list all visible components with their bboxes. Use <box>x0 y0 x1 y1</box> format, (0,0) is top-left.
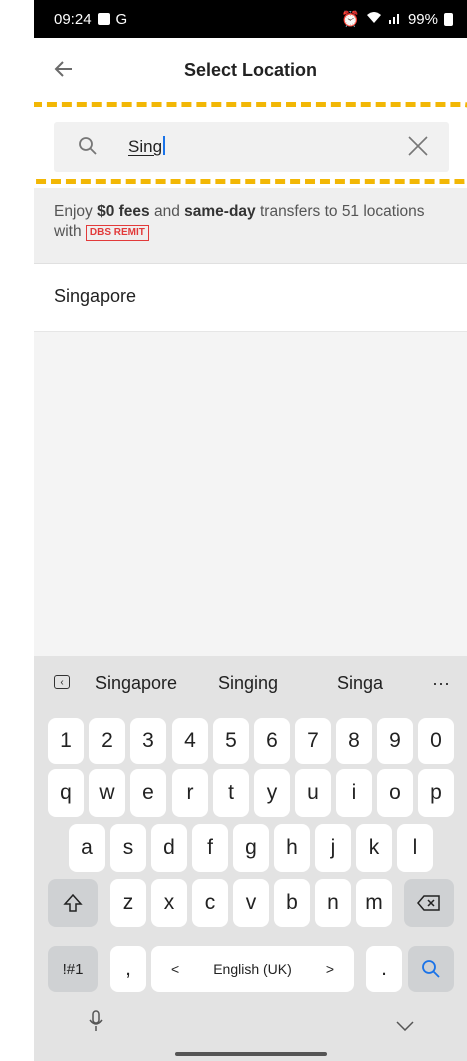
google-notification-icon: G <box>115 10 128 28</box>
key-0[interactable]: 0 <box>418 718 454 764</box>
search-section: Sing <box>34 102 467 188</box>
keyboard-language-label: English (UK) <box>213 961 292 977</box>
key-i[interactable]: i <box>336 769 372 817</box>
key-4[interactable]: 4 <box>172 718 208 764</box>
suggestion-singa[interactable]: Singa <box>337 673 383 694</box>
location-result-label: Singapore <box>54 286 137 306</box>
promo-bold-same-day: same-day <box>184 203 256 220</box>
status-bar: 09:24 G ⏰ 99% <box>34 0 467 38</box>
promo-bold-fees: $0 fees <box>97 203 150 220</box>
key-2[interactable]: 2 <box>89 718 125 764</box>
key-u[interactable]: u <box>295 769 331 817</box>
location-result-item[interactable]: Singapore <box>34 264 467 332</box>
key-8[interactable]: 8 <box>336 718 372 764</box>
key-p[interactable]: p <box>418 769 454 817</box>
chevron-left-icon: < <box>171 961 180 977</box>
key-6[interactable]: 6 <box>254 718 290 764</box>
key-o[interactable]: o <box>377 769 413 817</box>
promo-text: Enjoy <box>54 203 98 220</box>
key-z[interactable]: z <box>110 879 146 927</box>
microphone-icon[interactable] <box>88 1010 104 1037</box>
promo-banner: Enjoy $0 fees and same-day transfers to … <box>34 188 467 264</box>
key-t[interactable]: t <box>213 769 249 817</box>
key-f[interactable]: f <box>192 824 228 872</box>
key-b[interactable]: b <box>274 879 310 927</box>
backspace-icon <box>417 895 440 911</box>
battery-percentage: 99% <box>407 10 438 28</box>
status-time: 09:24 <box>54 10 92 28</box>
shift-icon <box>63 893 83 912</box>
search-action-key[interactable] <box>408 946 454 992</box>
home-indicator[interactable] <box>175 1052 327 1056</box>
key-r[interactable]: r <box>172 769 208 817</box>
key-e[interactable]: e <box>130 769 166 817</box>
key-5[interactable]: 5 <box>213 718 249 764</box>
more-options-icon[interactable]: ··· <box>432 673 450 694</box>
key-n[interactable]: n <box>315 879 351 927</box>
key-3[interactable]: 3 <box>130 718 166 764</box>
comma-key[interactable]: , <box>110 946 146 992</box>
shift-key[interactable] <box>48 879 98 927</box>
space-bar[interactable]: < English (UK) > <box>151 946 354 992</box>
signal-icon <box>388 11 402 28</box>
key-w[interactable]: w <box>89 769 125 817</box>
period-key[interactable]: . <box>366 946 402 992</box>
key-l[interactable]: l <box>397 824 433 872</box>
symbols-key[interactable]: !#1 <box>48 946 98 992</box>
on-screen-keyboard: ‹ Singapore Singing Singa ··· 1 2 3 4 5 … <box>34 656 467 1061</box>
wifi-icon <box>366 11 382 28</box>
alarm-icon: ⏰ <box>341 11 360 28</box>
key-d[interactable]: d <box>151 824 187 872</box>
page-title: Select Location <box>183 60 318 80</box>
key-j[interactable]: j <box>315 824 351 872</box>
suggestion-singapore[interactable]: Singapore <box>95 673 177 694</box>
key-9[interactable]: 9 <box>377 718 413 764</box>
key-k[interactable]: k <box>356 824 392 872</box>
backspace-key[interactable] <box>404 879 454 927</box>
search-highlight-outline <box>34 102 467 184</box>
search-icon <box>422 960 440 978</box>
key-s[interactable]: s <box>110 824 146 872</box>
key-x[interactable]: x <box>151 879 187 927</box>
chevron-right-icon: > <box>325 961 334 977</box>
suggestion-singing[interactable]: Singing <box>218 673 278 694</box>
key-q[interactable]: q <box>48 769 84 817</box>
suggestion-bar: ‹ Singapore Singing Singa ··· <box>34 656 467 712</box>
key-a[interactable]: a <box>69 824 105 872</box>
collapse-toolbar-icon[interactable]: ‹ <box>54 675 70 689</box>
phone-screen: 09:24 G ⏰ 99% Select Location Sing Enjoy… <box>34 0 467 1061</box>
key-1[interactable]: 1 <box>48 718 84 764</box>
key-v[interactable]: v <box>233 879 269 927</box>
battery-icon <box>444 12 453 26</box>
gallery-notification-icon <box>97 13 110 25</box>
hide-keyboard-icon[interactable] <box>396 1018 414 1036</box>
key-7[interactable]: 7 <box>295 718 331 764</box>
key-m[interactable]: m <box>356 879 392 927</box>
app-header: Select Location <box>34 38 467 108</box>
key-y[interactable]: y <box>254 769 290 817</box>
promo-text: and <box>149 203 185 220</box>
key-g[interactable]: g <box>233 824 269 872</box>
key-c[interactable]: c <box>192 879 228 927</box>
key-h[interactable]: h <box>274 824 310 872</box>
dbs-remit-badge: DBS REMIT <box>85 225 149 241</box>
